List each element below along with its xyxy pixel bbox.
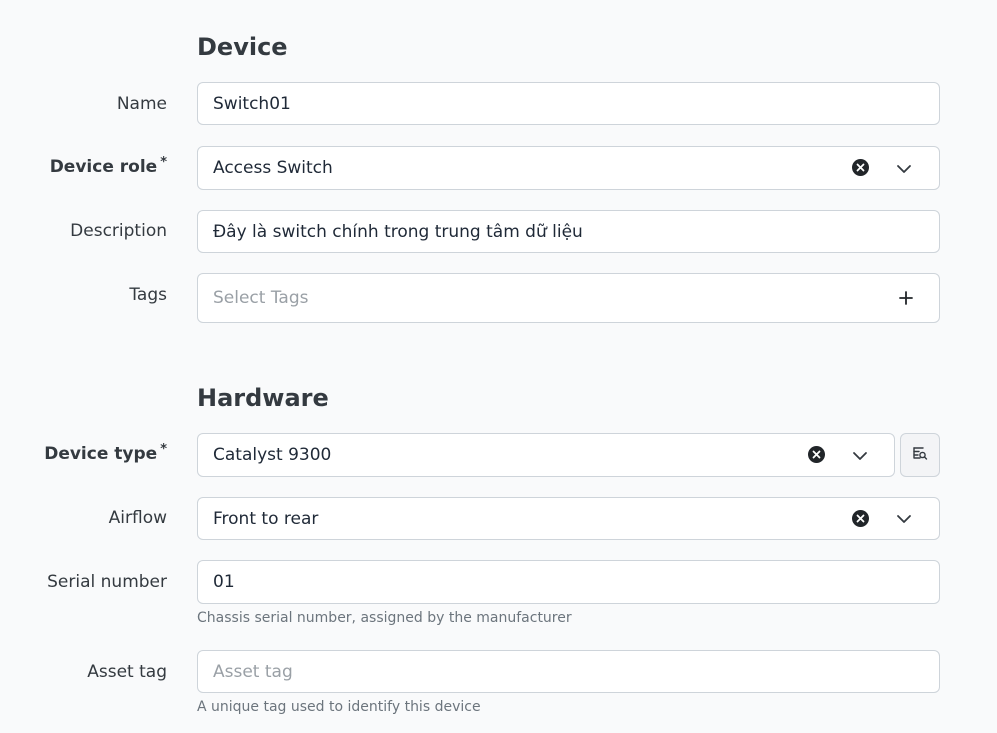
serial-number-label: Serial number — [47, 572, 167, 592]
device-form: Device Name Switch01 Device role * Access… — [0, 0, 997, 733]
required-asterisk: * — [160, 442, 167, 457]
asset-tag-placeholder: Asset tag — [213, 661, 293, 682]
device-type-lookup-button[interactable] — [900, 433, 940, 477]
name-label: Name — [116, 94, 167, 114]
device-type-label-text: Device type — [44, 444, 158, 464]
required-asterisk: * — [160, 155, 167, 170]
name-value: Switch01 — [213, 93, 291, 114]
description-input[interactable]: Đây là switch chính trong trung tâm dữ l… — [197, 210, 940, 253]
airflow-value: Front to rear — [213, 508, 319, 529]
tags-select[interactable]: Select Tags — [197, 273, 940, 323]
serial-number-input[interactable]: 01 — [197, 560, 940, 604]
serial-number-value: 01 — [213, 572, 235, 592]
section-title-hardware: Hardware — [197, 384, 329, 412]
device-role-label: Device role * — [49, 155, 167, 177]
device-type-value: Catalyst 9300 — [213, 445, 332, 465]
clear-icon[interactable] — [808, 446, 825, 463]
device-type-select[interactable]: Catalyst 9300 — [197, 433, 895, 477]
device-role-value: Access Switch — [213, 158, 333, 178]
asset-tag-label: Asset tag — [87, 662, 167, 682]
chevron-down-icon[interactable] — [896, 511, 912, 527]
description-label: Description — [70, 221, 167, 241]
name-input[interactable]: Switch01 — [197, 82, 940, 125]
device-role-select[interactable]: Access Switch — [197, 146, 940, 190]
device-role-label-text: Device role — [49, 157, 158, 177]
airflow-select[interactable]: Front to rear — [197, 497, 940, 540]
tags-label: Tags — [129, 285, 167, 305]
tags-placeholder: Select Tags — [213, 288, 309, 308]
asset-tag-input[interactable]: Asset tag — [197, 650, 940, 693]
asset-tag-help: A unique tag used to identify this devic… — [197, 699, 481, 715]
chevron-down-icon[interactable] — [896, 161, 912, 177]
search-lookup-icon — [912, 445, 928, 466]
airflow-label: Airflow — [108, 508, 167, 528]
section-title-device: Device — [197, 33, 288, 61]
clear-icon[interactable] — [852, 159, 869, 176]
serial-number-help: Chassis serial number, assigned by the m… — [197, 610, 572, 626]
plus-icon[interactable] — [898, 290, 914, 306]
device-type-label: Device type * — [44, 442, 167, 464]
chevron-down-icon[interactable] — [852, 448, 868, 464]
clear-icon[interactable] — [852, 510, 869, 527]
description-value: Đây là switch chính trong trung tâm dữ l… — [213, 221, 583, 242]
